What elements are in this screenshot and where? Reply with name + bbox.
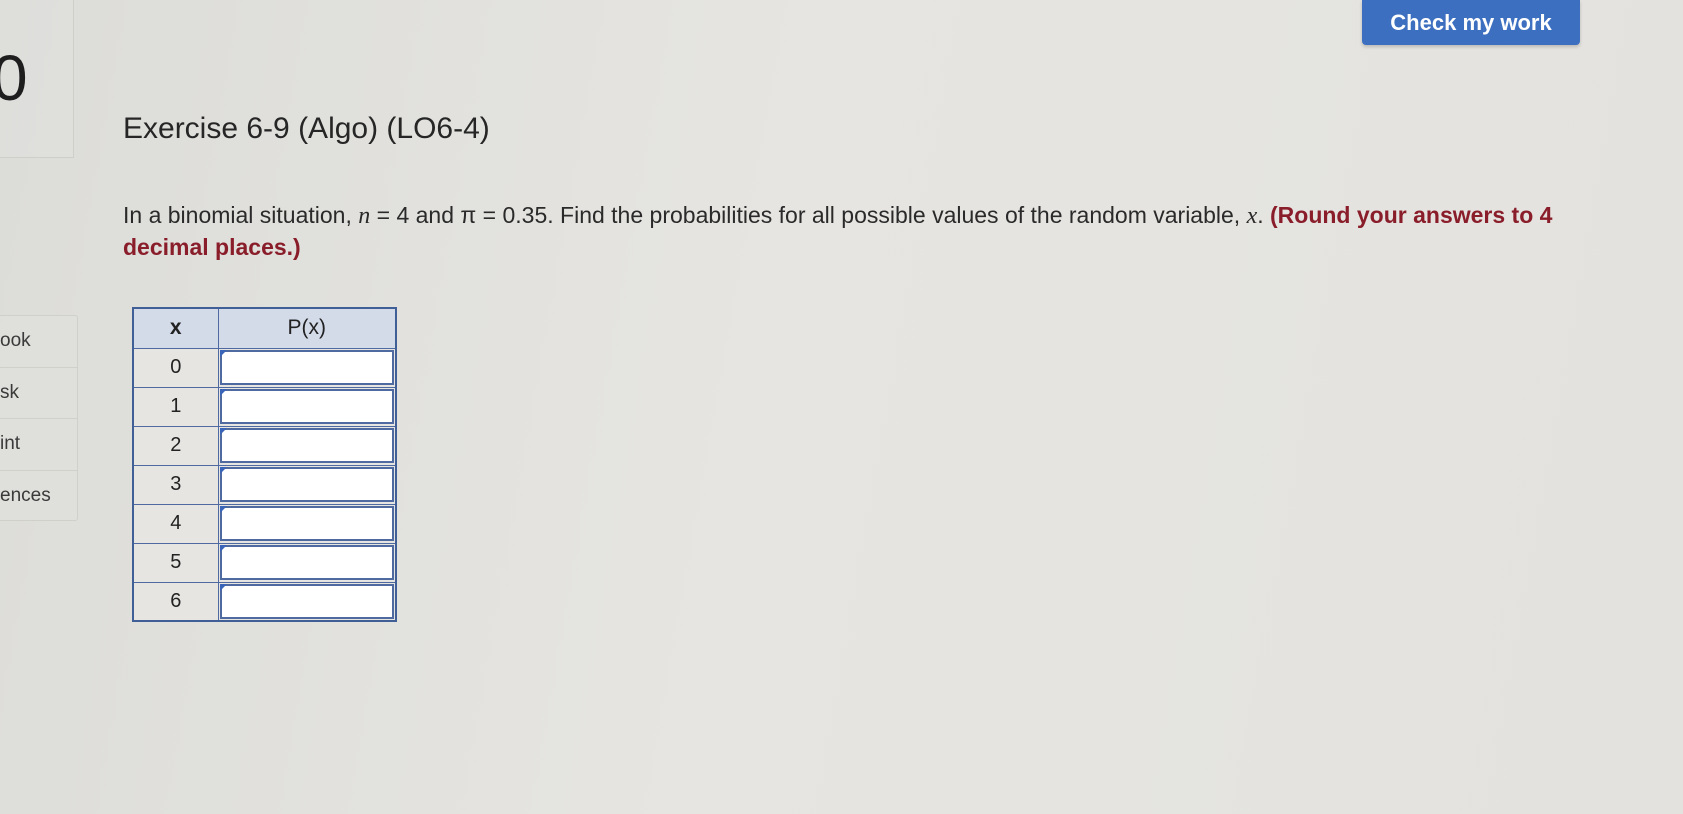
question-number-box: 0 bbox=[0, 0, 74, 158]
x-value-cell: 0 bbox=[132, 347, 219, 388]
table-row: 6 bbox=[132, 581, 397, 622]
px-input-5[interactable] bbox=[219, 545, 394, 580]
sidebar-item-ask[interactable]: sk bbox=[0, 368, 77, 419]
input-flag-icon bbox=[219, 466, 227, 474]
input-flag-icon bbox=[219, 349, 227, 357]
sidebar-item-ebook[interactable]: ook bbox=[0, 316, 77, 368]
sidebar-item-label: int bbox=[0, 433, 21, 455]
question-number: 0 bbox=[0, 42, 28, 114]
px-input-2[interactable] bbox=[219, 428, 394, 463]
table-header-row: x P(x) bbox=[132, 307, 397, 349]
x-value-cell: 2 bbox=[132, 425, 219, 466]
input-flag-icon bbox=[219, 427, 227, 435]
sidebar-item-references[interactable]: ences bbox=[0, 471, 77, 523]
x-value-cell: 1 bbox=[132, 386, 219, 427]
px-cell bbox=[217, 542, 397, 583]
side-tools-panel: ook sk int ences bbox=[0, 315, 78, 521]
table-row: 3 bbox=[132, 464, 397, 505]
px-cell bbox=[217, 386, 397, 427]
question-text: In a binomial situation, n = 4 and π = 0… bbox=[123, 200, 1563, 263]
sidebar-item-print[interactable]: int bbox=[0, 419, 77, 471]
px-cell bbox=[217, 581, 397, 622]
table-row: 5 bbox=[132, 542, 397, 583]
probability-table: x P(x) 0 1 2 3 4 5 6 bbox=[132, 307, 397, 622]
input-flag-icon bbox=[219, 583, 227, 591]
question-end: . bbox=[1257, 202, 1271, 228]
x-column-header: x bbox=[132, 307, 219, 349]
px-input-3[interactable] bbox=[219, 467, 394, 502]
sidebar-item-label: sk bbox=[0, 381, 19, 403]
x-value-cell: 3 bbox=[132, 464, 219, 505]
px-cell bbox=[217, 503, 397, 544]
question-intro: In a binomial situation, bbox=[123, 202, 359, 228]
px-input-4[interactable] bbox=[219, 506, 394, 541]
x-symbol: x bbox=[1246, 203, 1258, 229]
px-cell bbox=[217, 464, 397, 505]
px-input-1[interactable] bbox=[219, 389, 394, 424]
px-column-header: P(x) bbox=[217, 307, 397, 349]
table-row: 1 bbox=[132, 386, 397, 427]
x-value-cell: 5 bbox=[132, 542, 219, 583]
sidebar-item-label: ences bbox=[0, 485, 51, 507]
table-row: 0 bbox=[132, 347, 397, 388]
exercise-title: Exercise 6-9 (Algo) (LO6-4) bbox=[123, 112, 490, 145]
px-input-0[interactable] bbox=[219, 350, 394, 385]
px-cell bbox=[217, 347, 397, 388]
input-flag-icon bbox=[219, 544, 227, 552]
check-my-work-button[interactable]: Check my work bbox=[1362, 0, 1580, 45]
input-flag-icon bbox=[219, 505, 227, 513]
px-input-6[interactable] bbox=[219, 583, 394, 619]
px-cell bbox=[217, 425, 397, 466]
table-row: 4 bbox=[132, 503, 397, 544]
table-row: 2 bbox=[132, 425, 397, 466]
x-value-cell: 4 bbox=[132, 503, 219, 544]
x-value-cell: 6 bbox=[132, 581, 219, 622]
sidebar-item-label: ook bbox=[0, 330, 31, 352]
question-body: = 4 and π = 0.35. Find the probabilities… bbox=[370, 202, 1247, 228]
n-symbol: n bbox=[358, 203, 371, 229]
input-flag-icon bbox=[219, 388, 227, 396]
